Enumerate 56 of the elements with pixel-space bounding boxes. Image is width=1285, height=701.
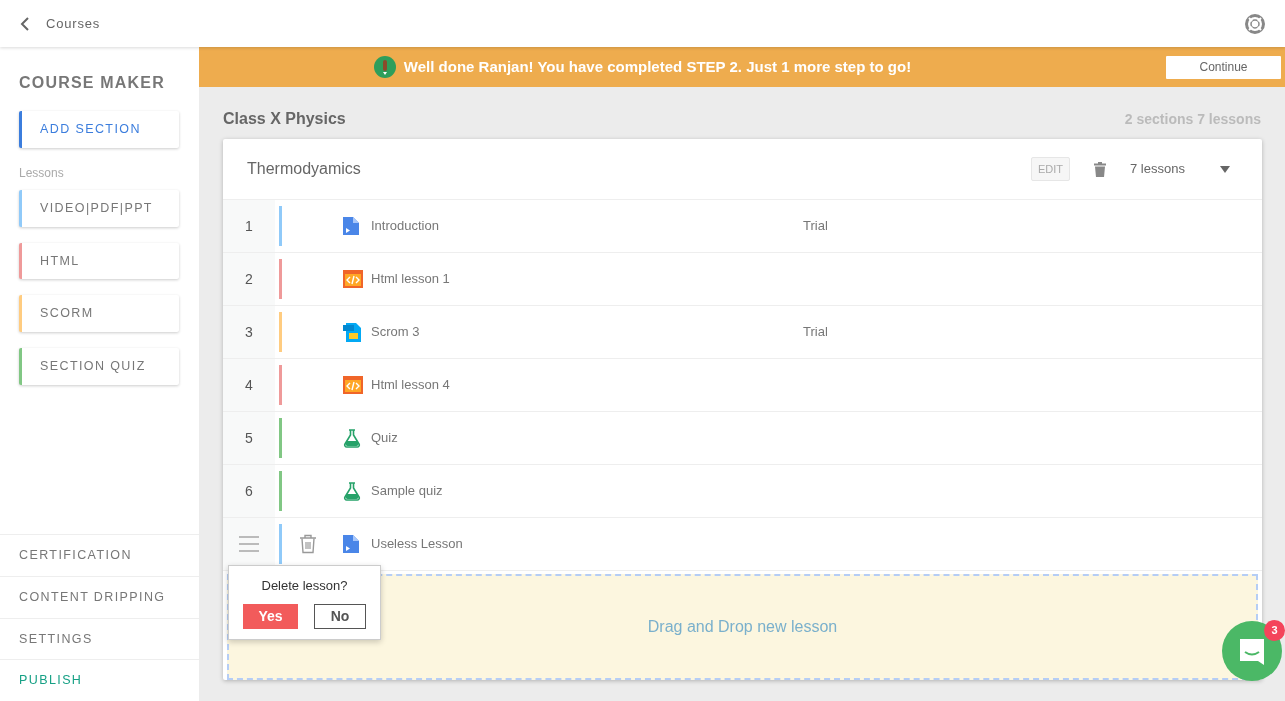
lesson-type-bar bbox=[279, 524, 282, 564]
flask-icon bbox=[343, 481, 363, 501]
lessons-label: Lessons bbox=[19, 164, 65, 182]
lesson-number: 6 bbox=[245, 481, 253, 501]
drop-zone-text: Drag and Drop new lesson bbox=[647, 617, 838, 637]
lesson-number: 5 bbox=[245, 428, 253, 448]
sidebar-nav-link[interactable]: CONTENT DRIPPING bbox=[0, 575, 199, 618]
lesson-count: 7 lessons bbox=[1130, 160, 1186, 179]
chat-bubble-icon bbox=[1238, 637, 1266, 665]
no-button[interactable]: No bbox=[314, 603, 366, 629]
lesson-type-button[interactable]: VIDEO|PDF|PPT bbox=[19, 189, 179, 227]
lesson-type-bar bbox=[279, 365, 282, 405]
lesson-type-button[interactable]: HTML bbox=[19, 242, 179, 280]
lesson-type-bar bbox=[279, 312, 282, 352]
lesson-tag: Trial bbox=[803, 216, 828, 236]
help-lifebuoy-icon[interactable] bbox=[1245, 13, 1265, 34]
lesson-type-bar bbox=[279, 418, 282, 458]
lesson-title: Html lesson 4 bbox=[371, 376, 450, 395]
lesson-number: 4 bbox=[245, 375, 253, 395]
archive-file-icon bbox=[343, 322, 363, 342]
section-title: Thermodyamics bbox=[247, 159, 362, 179]
lesson-title: Html lesson 1 bbox=[371, 270, 450, 289]
lesson-type-button[interactable]: SCORM bbox=[19, 295, 179, 332]
lesson-tag: Trial bbox=[803, 322, 828, 342]
flask-icon bbox=[343, 428, 363, 448]
lesson-type-bar bbox=[279, 206, 282, 246]
popover-question: Delete lesson? bbox=[260, 577, 349, 595]
courses-link[interactable]: Courses bbox=[46, 13, 100, 34]
lesson-title: Sample quiz bbox=[371, 482, 443, 501]
sidebar-title: COURSE MAKER bbox=[19, 73, 166, 93]
lesson-type-bar bbox=[279, 471, 282, 511]
continue-button[interactable]: Continue bbox=[1166, 55, 1281, 79]
lesson-title: Scrom 3 bbox=[371, 323, 420, 342]
sidebar-nav-link[interactable]: SETTINGS bbox=[0, 617, 199, 660]
trash-icon[interactable] bbox=[1094, 161, 1106, 177]
trash-icon[interactable] bbox=[299, 534, 317, 554]
drag-handle-icon[interactable] bbox=[239, 536, 259, 552]
lesson-title: Quiz bbox=[371, 429, 398, 448]
back-chevron-icon[interactable] bbox=[20, 16, 30, 31]
yes-button[interactable]: Yes bbox=[243, 603, 298, 629]
banner-message: Well done Ranjan! You have completed STEP 2. Just 1 more step to go! bbox=[403, 56, 912, 77]
course-title: Class X Physics bbox=[223, 109, 346, 129]
lesson-type-bar bbox=[279, 259, 282, 299]
lesson-title: Useless Lesson bbox=[371, 535, 463, 554]
sidebar-nav-link[interactable]: PUBLISH bbox=[0, 659, 199, 701]
add-section-button[interactable]: ADD SECTION bbox=[19, 111, 179, 148]
code-window-icon bbox=[343, 375, 363, 395]
lesson-number: 2 bbox=[245, 269, 253, 289]
notification-badge: 3 bbox=[1264, 620, 1285, 641]
lesson-title: Introduction bbox=[371, 217, 439, 236]
caret-icon[interactable] bbox=[1220, 165, 1230, 173]
lesson-number: 3 bbox=[245, 322, 253, 342]
code-window-icon bbox=[343, 269, 363, 289]
sidebar-nav-link[interactable]: CERTIFICATION bbox=[0, 534, 199, 576]
lesson-number: 1 bbox=[245, 216, 253, 236]
lesson-type-button[interactable]: SECTION QUIZ bbox=[19, 348, 179, 385]
